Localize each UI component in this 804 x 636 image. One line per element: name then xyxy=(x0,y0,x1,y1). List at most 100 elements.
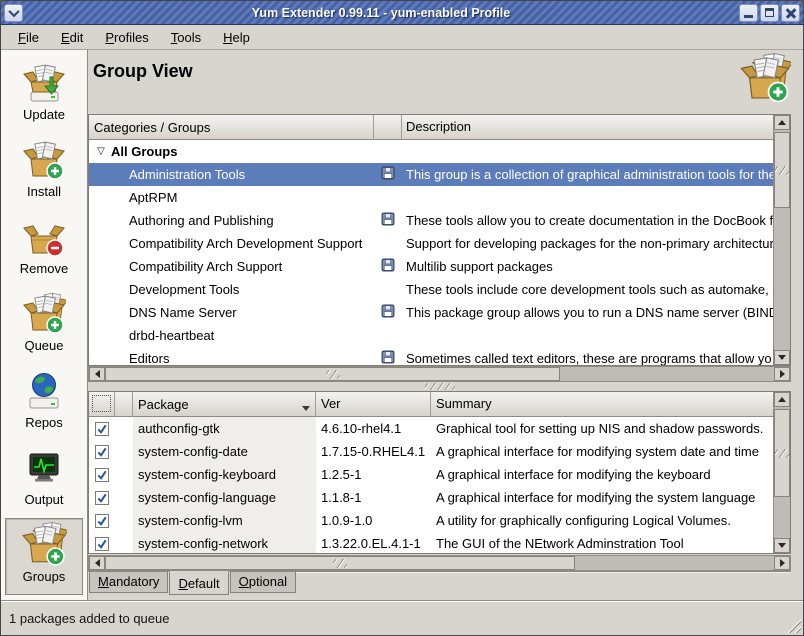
package-summary-cell: Graphical tool for setting up NIS and sh… xyxy=(431,417,773,440)
package-spare-cell xyxy=(115,417,133,440)
package-table-hscrollbar[interactable] xyxy=(88,555,791,571)
group-table-header: Categories / Groups Description xyxy=(89,115,773,140)
package-row[interactable]: system-config-date1.7.15-0.RHEL4.1A grap… xyxy=(89,440,773,463)
window-menu-chevron-icon xyxy=(8,5,19,16)
group-status-cell xyxy=(374,350,402,365)
app-window: Yum Extender 0.99.11 - yum-enabled Profi… xyxy=(0,0,804,636)
scrollbar-thumb[interactable] xyxy=(105,556,575,570)
package-row[interactable]: system-config-network1.3.22.0.EL.4.1-1Th… xyxy=(89,532,773,553)
window-menu-button[interactable] xyxy=(4,4,23,22)
menu-help[interactable]: Help xyxy=(214,28,259,47)
scroll-up-button[interactable] xyxy=(774,392,790,407)
sidebar-item-remove[interactable]: Remove xyxy=(5,210,83,287)
group-row[interactable]: Administration ToolsThis group is a coll… xyxy=(89,163,773,186)
titlebar[interactable]: Yum Extender 0.99.11 - yum-enabled Profi… xyxy=(1,1,803,25)
package-row[interactable]: system-config-lvm1.0.9-1.0A utility for … xyxy=(89,509,773,532)
checkbox-checked[interactable] xyxy=(95,491,109,505)
package-checkbox-cell xyxy=(89,463,115,486)
scrollbar-track[interactable] xyxy=(774,208,790,350)
groups-icon xyxy=(739,53,791,105)
remove-icon xyxy=(21,214,67,260)
scroll-right-button[interactable] xyxy=(774,367,790,381)
group-row[interactable]: Compatibility Arch Development SupportSu… xyxy=(89,232,773,255)
checkbox-checked[interactable] xyxy=(95,445,109,459)
tab-optional[interactable]: Optional xyxy=(230,572,296,593)
group-status-cell xyxy=(374,166,402,183)
column-header-ver[interactable]: Ver xyxy=(316,392,431,417)
scrollbar-thumb[interactable] xyxy=(774,409,790,497)
minimize-button[interactable] xyxy=(739,4,758,22)
package-table-body: authconfig-gtk4.6.10-rhel4.1Graphical to… xyxy=(89,417,773,553)
package-ver-cell: 4.6.10-rhel4.1 xyxy=(316,417,431,440)
group-description-cell: These tools include core development too… xyxy=(402,282,773,297)
group-name-cell: AptRPM xyxy=(89,190,374,205)
group-row[interactable]: Development ToolsThese tools include cor… xyxy=(89,278,773,301)
scrollbar-track[interactable] xyxy=(774,497,790,538)
scroll-up-button[interactable] xyxy=(774,115,790,130)
arrow-left-icon xyxy=(95,370,100,378)
scrollbar-track[interactable] xyxy=(575,556,774,570)
scroll-down-button[interactable] xyxy=(774,538,790,553)
statusbar: 1 packages added to queue xyxy=(1,600,803,635)
menu-profiles[interactable]: Profiles xyxy=(96,28,157,47)
checkbox-checked[interactable] xyxy=(95,422,109,436)
sidebar-item-output[interactable]: Output xyxy=(5,441,83,518)
scroll-left-button[interactable] xyxy=(89,556,105,570)
close-button[interactable] xyxy=(781,4,800,22)
maximize-button[interactable] xyxy=(760,4,779,22)
checkbox-checked[interactable] xyxy=(95,537,109,551)
group-name-cell: DNS Name Server xyxy=(89,305,374,320)
group-row[interactable]: drbd-heartbeat xyxy=(89,324,773,347)
menu-file[interactable]: File xyxy=(9,28,48,47)
column-header-summary[interactable]: Summary xyxy=(431,392,773,417)
scrollbar-track[interactable] xyxy=(560,367,774,381)
group-row[interactable]: EditorsSometimes called text editors, th… xyxy=(89,347,773,365)
sidebar-item-install[interactable]: Install xyxy=(5,133,83,210)
group-row[interactable]: DNS Name ServerThis package group allows… xyxy=(89,301,773,324)
group-row[interactable]: AptRPM xyxy=(89,186,773,209)
column-header-description[interactable]: Description xyxy=(402,115,773,140)
package-table-vscrollbar[interactable] xyxy=(773,392,790,553)
window-title: Yum Extender 0.99.11 - yum-enabled Profi… xyxy=(23,6,739,20)
pane-splitter-handle[interactable] xyxy=(88,382,791,391)
sidebar-item-update[interactable]: Update xyxy=(5,56,83,133)
scroll-right-button[interactable] xyxy=(774,556,790,570)
group-name-cell: drbd-heartbeat xyxy=(89,328,374,343)
package-ver-cell: 1.3.22.0.EL.4.1-1 xyxy=(316,532,431,553)
package-summary-cell: A utility for graphically configuring Lo… xyxy=(431,509,773,532)
checkbox-checked[interactable] xyxy=(95,514,109,528)
groups-icon xyxy=(21,522,67,568)
tab-mandatory[interactable]: Mandatory xyxy=(89,572,168,593)
column-header-categories[interactable]: Categories / Groups xyxy=(89,115,374,140)
package-checkbox-cell xyxy=(89,417,115,440)
group-name-cell: Administration Tools xyxy=(89,167,374,182)
menu-edit[interactable]: Edit xyxy=(52,28,92,47)
group-root-row[interactable]: ▽All Groups xyxy=(89,140,773,163)
menu-tools[interactable]: Tools xyxy=(162,28,210,47)
package-row[interactable]: system-config-language1.1.8-1A graphical… xyxy=(89,486,773,509)
checkbox-checked[interactable] xyxy=(95,468,109,482)
scroll-left-button[interactable] xyxy=(89,367,105,381)
group-row[interactable]: Authoring and PublishingThese tools allo… xyxy=(89,209,773,232)
sidebar-item-queue[interactable]: Queue xyxy=(5,287,83,364)
group-row[interactable]: Compatibility Arch SupportMultilib suppo… xyxy=(89,255,773,278)
scrollbar-thumb[interactable] xyxy=(105,367,560,381)
column-header-status[interactable] xyxy=(374,115,402,140)
expander-open-icon[interactable]: ▽ xyxy=(94,146,108,157)
resize-grip[interactable] xyxy=(785,617,801,633)
column-header-package[interactable]: Package xyxy=(133,392,316,417)
column-header-spare[interactable] xyxy=(115,392,133,417)
scrollbar-thumb[interactable] xyxy=(774,132,790,208)
package-row[interactable]: system-config-keyboard1.2.5-1A graphical… xyxy=(89,463,773,486)
sidebar-item-repos[interactable]: Repos xyxy=(5,364,83,441)
group-table-vscrollbar[interactable] xyxy=(773,115,790,365)
column-header-checkbox[interactable] xyxy=(89,392,115,417)
package-row[interactable]: authconfig-gtk4.6.10-rhel4.1Graphical to… xyxy=(89,417,773,440)
sidebar-item-groups[interactable]: Groups xyxy=(5,518,83,595)
package-spare-cell xyxy=(115,509,133,532)
group-table-hscrollbar[interactable] xyxy=(88,366,791,382)
tab-default[interactable]: Default xyxy=(169,571,228,595)
arrow-right-icon xyxy=(780,370,785,378)
page-title: Group View xyxy=(93,61,193,82)
scroll-down-button[interactable] xyxy=(774,350,790,365)
